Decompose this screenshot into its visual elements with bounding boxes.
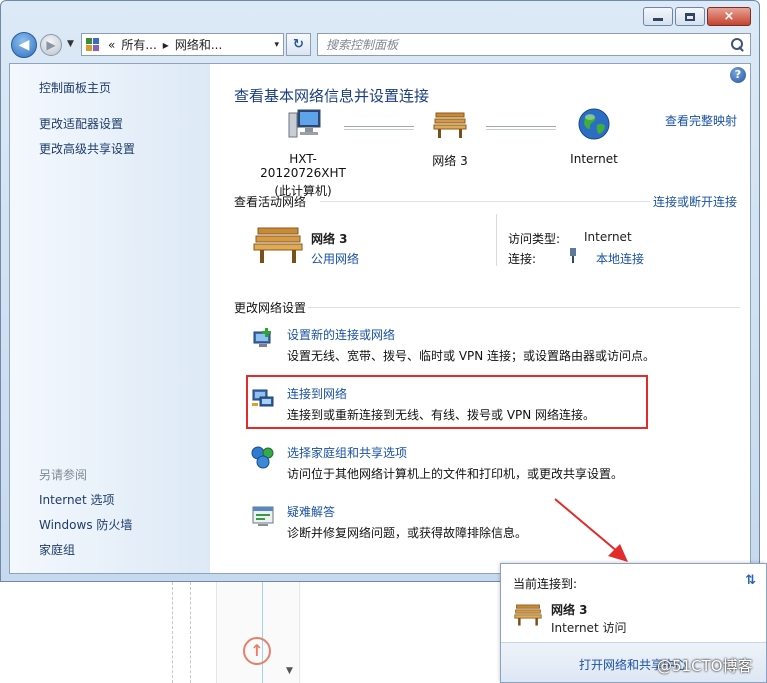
breadcrumb-network[interactable]: 网络和...	[175, 36, 222, 53]
address-bar[interactable]: « 所有... ▸ 网络和... ▾	[81, 33, 284, 56]
computer-node-label: HXT-20120726XHT	[260, 152, 346, 180]
connect-disconnect-link[interactable]: 连接或断开连接	[653, 193, 737, 210]
page-title: 查看基本网络信息并设置连接	[234, 87, 430, 105]
computer-icon	[288, 109, 321, 138]
scroll-top-icon[interactable]: ↑	[243, 637, 271, 665]
see-full-map-link[interactable]: 查看完整映射	[665, 112, 737, 129]
flyout-access-status: Internet 访问	[551, 621, 627, 635]
troubleshoot-desc: 诊断并修复网络问题，或获得故障排除信息。	[287, 526, 528, 540]
divider	[190, 582, 191, 683]
refresh-button[interactable]: ↻	[286, 33, 311, 56]
breadcrumb-all[interactable]: 所有...	[121, 36, 156, 53]
flyout-network-name: 网络 3	[551, 603, 588, 617]
computer-node[interactable]: HXT-20120726XHT (此计算机)	[248, 107, 358, 199]
active-network-name: 网络 3	[311, 232, 348, 246]
see-also-heading: 另请参阅	[39, 468, 88, 482]
maximize-button[interactable]	[675, 7, 705, 26]
close-icon: ×	[723, 9, 735, 24]
change-settings-heading: 更改网络设置	[234, 301, 307, 315]
highlight-box	[246, 375, 648, 429]
content-area: 控制面板主页 更改适配器设置 更改高级共享设置 另请参阅 Internet 选项…	[9, 63, 751, 574]
background-window: ↑ ▼	[0, 582, 500, 683]
network-node-label: 网络 3	[432, 154, 468, 168]
internet-node-label: Internet	[570, 152, 618, 166]
caption-buttons: ×	[643, 7, 751, 26]
sidebar-item-control-panel-home[interactable]: 控制面板主页	[39, 79, 111, 96]
search-placeholder: 搜索控制面板	[326, 38, 399, 52]
network-bench-icon	[253, 227, 303, 263]
sidebar-item-internet-options[interactable]: Internet 选项	[39, 491, 114, 508]
main-panel: ? 查看基本网络信息并设置连接 查看完整映射 HXT-20120726XHT (…	[210, 64, 750, 573]
sidebar-item-adapter-settings[interactable]: 更改适配器设置	[39, 115, 123, 132]
connection-line	[344, 126, 414, 130]
help-icon[interactable]: ?	[730, 67, 746, 83]
control-panel-icon	[86, 37, 102, 52]
minimize-icon	[653, 18, 663, 21]
active-networks-heading: 查看活动网络	[234, 195, 307, 209]
flyout-heading: 当前连接到:	[513, 577, 578, 591]
divider	[172, 582, 173, 683]
local-connection-link[interactable]: 本地连接	[596, 250, 644, 267]
scroll-down-arrow-icon[interactable]: ▼	[286, 666, 293, 676]
access-type-label: 访问类型:	[508, 232, 561, 246]
troubleshoot-icon	[252, 506, 274, 526]
close-button[interactable]: ×	[707, 7, 751, 26]
setup-connection-link[interactable]: 设置新的连接或网络	[287, 326, 395, 343]
internet-node[interactable]: Internet	[562, 107, 626, 166]
forward-button[interactable]: ▶	[40, 34, 62, 56]
search-input[interactable]: 搜索控制面板	[317, 33, 751, 56]
watermark: @51CTO博客	[657, 657, 753, 675]
address-dropdown-icon[interactable]: ▾	[274, 40, 279, 50]
breadcrumb-separator-icon[interactable]: ▸	[163, 38, 169, 52]
sidebar-item-advanced-sharing[interactable]: 更改高级共享设置	[39, 140, 135, 157]
bench-icon	[433, 112, 467, 138]
connection-line	[486, 126, 556, 130]
sidebar: 控制面板主页 更改适配器设置 更改高级共享设置 另请参阅 Internet 选项…	[10, 64, 210, 573]
recent-pages-dropdown-icon[interactable]: ▼	[67, 39, 74, 49]
back-button[interactable]: ◀	[11, 32, 37, 58]
setup-connection-desc: 设置无线、宽带、拨号、临时或 VPN 连接；或设置路由器或访问点。	[287, 349, 656, 363]
maximize-icon	[685, 12, 695, 21]
flyout-refresh-icon[interactable]: ⇅	[745, 573, 756, 588]
homegroup-icon	[251, 446, 274, 469]
globe-icon	[578, 108, 610, 140]
divider	[262, 582, 263, 683]
ethernet-icon	[570, 248, 576, 263]
sidebar-item-homegroup[interactable]: 家庭组	[39, 541, 75, 558]
troubleshoot-link[interactable]: 疑难解答	[287, 503, 335, 520]
new-connection-icon	[253, 328, 271, 347]
network-sharing-center-window: × ◀ ▶ ▼ « 所有... ▸ 网络和... ▾ ↻ 搜索控制面板 控制面板…	[0, 0, 760, 582]
annotation-arrow-icon	[554, 498, 628, 562]
homegroup-sharing-link[interactable]: 选择家庭组和共享选项	[287, 444, 407, 461]
divider	[496, 214, 497, 266]
connection-label: 连接:	[508, 252, 537, 266]
divider	[320, 201, 650, 202]
sidebar-item-windows-firewall[interactable]: Windows 防火墙	[39, 516, 132, 533]
minimize-button[interactable]	[643, 7, 673, 26]
homegroup-sharing-desc: 访问位于其他网络计算机上的文件和打印机，或更改共享设置。	[287, 467, 624, 481]
address-bar-row: ◀ ▶ ▼ « 所有... ▸ 网络和... ▾ ↻ 搜索控制面板	[9, 31, 751, 59]
access-type-value: Internet	[584, 230, 632, 244]
network-node[interactable]: 网络 3	[420, 107, 480, 169]
breadcrumb-overflow[interactable]: «	[108, 38, 115, 52]
network-type-link[interactable]: 公用网络	[311, 250, 359, 267]
flyout-bench-icon	[514, 604, 542, 626]
divider	[308, 307, 740, 308]
search-icon[interactable]	[731, 38, 744, 51]
